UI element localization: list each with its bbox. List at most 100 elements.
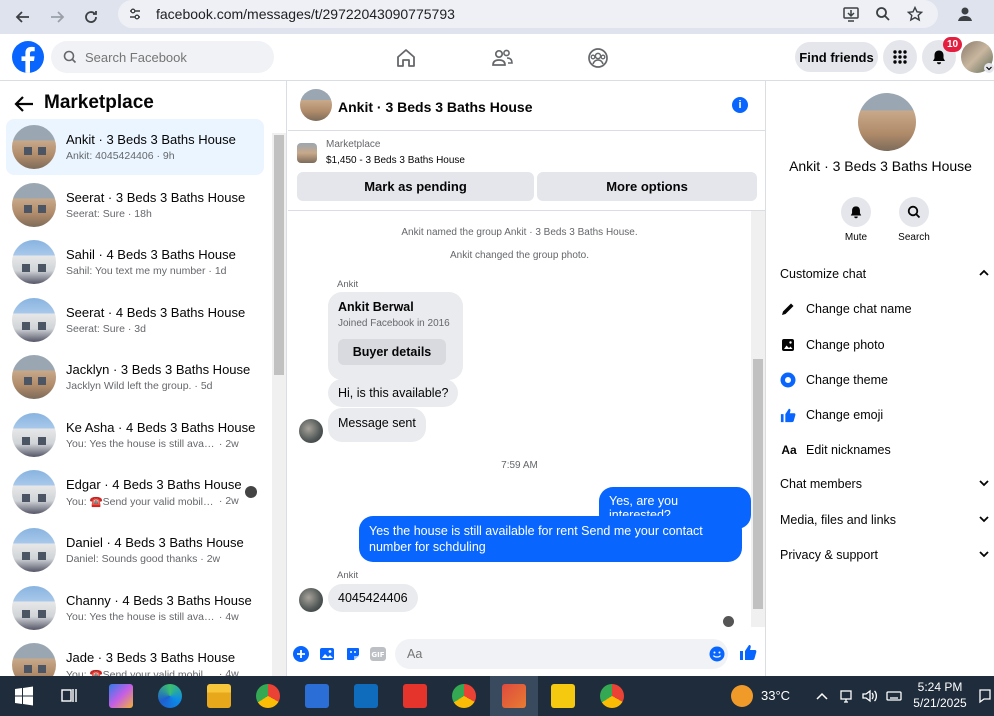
change-emoji-item[interactable]: Change emoji bbox=[780, 407, 994, 423]
snipping-tool-icon[interactable] bbox=[502, 684, 526, 708]
chevron-up-icon[interactable] bbox=[815, 689, 829, 703]
network-icon[interactable] bbox=[838, 688, 854, 704]
file-explorer-icon[interactable] bbox=[207, 684, 231, 708]
like-thumb-icon[interactable] bbox=[739, 643, 757, 661]
plus-circle-icon[interactable] bbox=[292, 645, 310, 663]
browser-profile-icon[interactable] bbox=[955, 4, 975, 24]
scrollbar-thumb[interactable] bbox=[753, 359, 763, 609]
conversation-name: Daniel · 4 Beds 3 Baths House bbox=[66, 535, 244, 550]
conversation-item[interactable]: Ankit · 3 Beds 3 Baths House Ankit: 4045… bbox=[6, 119, 264, 175]
chrome-profile-icon[interactable] bbox=[452, 684, 476, 708]
weather-icon[interactable] bbox=[731, 685, 753, 707]
conversation-item[interactable]: Channy · 4 Beds 3 Baths House You: Yes t… bbox=[6, 580, 264, 636]
menu-grid-icon[interactable] bbox=[883, 40, 917, 74]
conversation-item[interactable]: Jade · 3 Beds 3 Baths House You: ☎️Send … bbox=[6, 637, 264, 676]
change-theme-item[interactable]: Change theme bbox=[780, 372, 994, 388]
bookmark-star-icon[interactable] bbox=[905, 4, 925, 24]
copilot-icon[interactable] bbox=[109, 684, 133, 708]
buyer-details-button[interactable]: Buyer details bbox=[338, 339, 446, 365]
message-bubble[interactable]: Message sent bbox=[328, 408, 426, 442]
buyer-profile-card: Ankit Berwal Joined Facebook in 2016 Buy… bbox=[328, 292, 463, 380]
sender-avatar[interactable] bbox=[299, 588, 323, 612]
task-view-icon[interactable] bbox=[58, 684, 82, 708]
mark-as-pending-button[interactable]: Mark as pending bbox=[297, 172, 534, 201]
chat-scrollbar[interactable] bbox=[751, 211, 765, 627]
chrome-icon[interactable] bbox=[600, 684, 624, 708]
scrollbar-thumb[interactable] bbox=[274, 135, 284, 375]
edit-nicknames-item[interactable]: Aa Edit nicknames bbox=[780, 442, 994, 458]
edge-browser-icon[interactable] bbox=[158, 684, 182, 708]
install-app-icon[interactable] bbox=[841, 4, 861, 24]
emoji-icon[interactable] bbox=[708, 645, 726, 663]
microsoft-store-icon[interactable] bbox=[305, 684, 329, 708]
chat-avatar[interactable] bbox=[300, 89, 332, 121]
friends-icon[interactable] bbox=[490, 46, 514, 70]
message-bubble[interactable]: Hi, is this available? bbox=[328, 379, 459, 407]
chat-detail-avatar[interactable] bbox=[858, 93, 916, 151]
forward-arrow-icon[interactable] bbox=[46, 6, 68, 28]
notification-center-icon[interactable] bbox=[978, 688, 992, 704]
search-input[interactable] bbox=[85, 49, 255, 65]
address-bar[interactable]: facebook.com/messages/t/2972204309077579… bbox=[118, 0, 938, 28]
more-options-button[interactable]: More options bbox=[537, 172, 757, 201]
sticky-notes-icon[interactable] bbox=[551, 684, 575, 708]
conversation-item[interactable]: Edgar · 4 Beds 3 Baths House You: ☎️Send… bbox=[6, 464, 264, 520]
search-icon[interactable] bbox=[899, 197, 929, 227]
chevron-up-icon bbox=[979, 269, 989, 276]
anydesk-icon[interactable] bbox=[403, 684, 427, 708]
find-friends-button[interactable]: Find friends bbox=[795, 42, 878, 72]
change-chat-name-item[interactable]: Change chat name bbox=[780, 301, 994, 317]
facebook-search[interactable] bbox=[51, 41, 274, 73]
message-bubble[interactable]: 4045424406 bbox=[328, 584, 418, 612]
privacy-support-section[interactable]: Privacy & support bbox=[780, 548, 994, 562]
info-icon[interactable]: i bbox=[732, 97, 748, 113]
back-arrow-icon[interactable] bbox=[12, 6, 34, 28]
zoom-icon[interactable] bbox=[873, 4, 893, 24]
buyer-name: Ankit Berwal bbox=[338, 300, 414, 314]
chrome-icon[interactable] bbox=[256, 684, 280, 708]
gif-icon[interactable]: GIF bbox=[369, 645, 387, 663]
temperature-text[interactable]: 33°C bbox=[761, 688, 790, 703]
account-chevron-icon[interactable] bbox=[984, 63, 994, 73]
conversation-time: 2w bbox=[225, 438, 239, 450]
media-files-section[interactable]: Media, files and links bbox=[780, 513, 994, 527]
facebook-logo-icon[interactable] bbox=[12, 41, 44, 73]
outlook-icon[interactable] bbox=[354, 684, 378, 708]
buyer-joined: Joined Facebook in 2016 bbox=[338, 318, 450, 329]
listing-thumbnail[interactable] bbox=[297, 143, 317, 163]
back-arrow-icon[interactable] bbox=[13, 94, 35, 114]
conversation-name: Jade · 3 Beds 3 Baths House bbox=[66, 649, 236, 665]
volume-icon[interactable] bbox=[861, 688, 879, 704]
conversation-item[interactable]: Seerat · 3 Beds 3 Baths House Seerat: Su… bbox=[6, 177, 264, 233]
clock[interactable]: 5:24 PM 5/21/2025 bbox=[910, 679, 970, 711]
conversation-item[interactable]: Jacklyn · 3 Beds 3 Baths House Jacklyn W… bbox=[6, 349, 264, 405]
my-message-bubble[interactable]: Yes the house is still available for ren… bbox=[359, 516, 742, 562]
conversation-item[interactable]: Sahil · 4 Beds 3 Baths House Sahil: You … bbox=[6, 234, 264, 290]
conversation-item[interactable]: Seerat · 4 Beds 3 Baths House Seerat: Su… bbox=[6, 292, 264, 348]
bell-icon[interactable] bbox=[841, 197, 871, 227]
windows-start-icon[interactable] bbox=[12, 684, 36, 708]
sticker-icon[interactable] bbox=[344, 645, 362, 663]
listing-title[interactable]: $1,450 - 3 Beds 3 Baths House bbox=[326, 155, 465, 166]
search-action[interactable]: Search bbox=[889, 197, 939, 243]
customize-chat-section[interactable]: Customize chat bbox=[780, 267, 994, 281]
conversation-list-scrollbar[interactable] bbox=[272, 133, 286, 676]
reload-icon[interactable] bbox=[80, 6, 102, 28]
chat-title[interactable]: Ankit · 3 Beds 3 Baths House bbox=[338, 99, 533, 115]
chevron-down-icon bbox=[979, 516, 989, 523]
sender-avatar[interactable] bbox=[299, 419, 323, 443]
chat-members-section[interactable]: Chat members bbox=[780, 477, 994, 491]
groups-icon[interactable] bbox=[586, 46, 610, 70]
seen-avatar bbox=[723, 616, 734, 627]
home-icon[interactable] bbox=[394, 46, 418, 70]
message-input[interactable] bbox=[395, 639, 728, 669]
mute-action[interactable]: Mute bbox=[831, 197, 881, 243]
keyboard-icon[interactable] bbox=[886, 688, 902, 704]
change-photo-label: Change photo bbox=[806, 338, 885, 352]
photo-icon[interactable] bbox=[318, 645, 336, 663]
site-info-icon[interactable] bbox=[128, 7, 142, 21]
conversation-item[interactable]: Daniel · 4 Beds 3 Baths House Daniel: So… bbox=[6, 522, 264, 578]
change-photo-item[interactable]: Change photo bbox=[780, 337, 994, 353]
conversation-item[interactable]: Ke Asha · 4 Beds 3 Baths House You: Yes … bbox=[6, 407, 264, 463]
conversation-preview: Ankit: 4045424406 bbox=[66, 150, 154, 162]
